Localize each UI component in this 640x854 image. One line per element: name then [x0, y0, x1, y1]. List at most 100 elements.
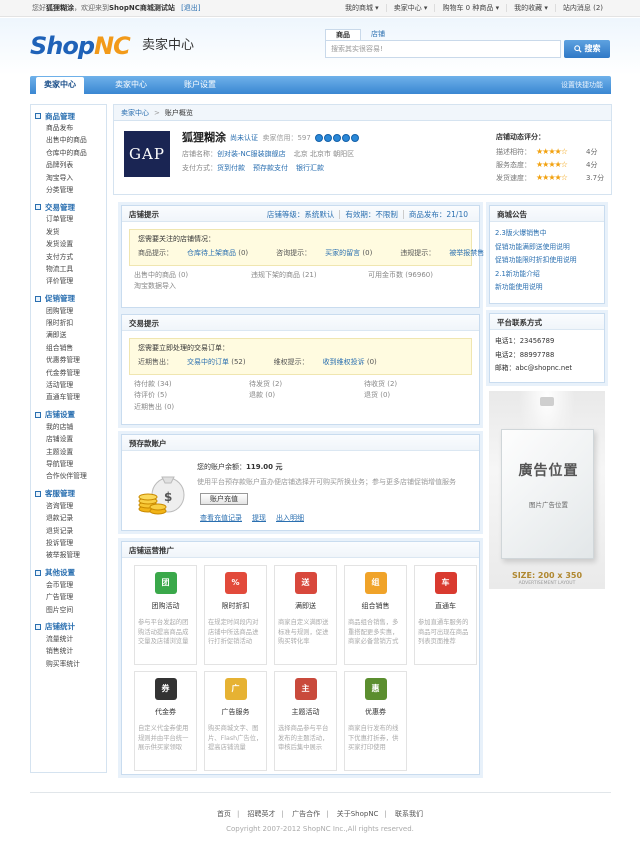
announcement-item[interactable]: 新功能使用说明: [490, 281, 604, 295]
sidebar-group-title[interactable]: 店铺统计: [31, 621, 106, 633]
sidebar-item[interactable]: 退货记录: [31, 525, 106, 537]
pay-bank[interactable]: 银行汇款: [296, 164, 324, 172]
pay-deposit[interactable]: 预存款支付: [253, 164, 288, 172]
sidebar-item[interactable]: 购买率统计: [31, 658, 106, 670]
alert-link[interactable]: 收到维权投诉: [323, 358, 365, 366]
cert-status[interactable]: 尚未认证: [230, 134, 258, 142]
footer-home[interactable]: 首页: [211, 810, 237, 818]
stat-item[interactable]: 淘宝数据导入: [134, 282, 251, 290]
sidebar-item[interactable]: 代金券管理: [31, 367, 106, 379]
stat-item[interactable]: 可用金币数 (96960): [368, 271, 485, 279]
stat-item[interactable]: 待收货 (2): [364, 380, 479, 388]
goods-published[interactable]: 商品发布：21/10: [402, 210, 473, 219]
stat-item[interactable]: 待评价 (5): [134, 391, 249, 399]
withdraw-link[interactable]: 提现: [252, 514, 266, 522]
recharge-history-link[interactable]: 查看充值记录: [200, 514, 242, 522]
valid-period[interactable]: 有效期：不限制: [339, 210, 403, 219]
promo-card[interactable]: 主主题活动 选择商品参与平台发布的主题活动，审核后集中展示: [274, 671, 337, 771]
sidebar-group-title[interactable]: 其他设置: [31, 567, 106, 579]
sidebar-group-title[interactable]: 店铺设置: [31, 409, 106, 421]
footer-contact[interactable]: 联系我们: [389, 810, 429, 818]
sidebar-group-title[interactable]: 交易管理: [31, 201, 106, 213]
footer-about[interactable]: 关于ShopNC: [331, 810, 385, 818]
sidebar-item[interactable]: 支付方式: [31, 251, 106, 263]
sidebar-item[interactable]: 会币管理: [31, 579, 106, 591]
shop-name-link[interactable]: 创对装-NC服装旗舰店: [217, 150, 286, 158]
sidebar-item[interactable]: 投诉管理: [31, 537, 106, 549]
sidebar-item[interactable]: 品牌列表: [31, 159, 106, 171]
promo-card[interactable]: 组组合销售 商品组合销售，多重搭配更多实惠，商家必备营销方式: [344, 565, 407, 665]
cart-menu[interactable]: 购物车 0 种商品 ▾: [434, 4, 506, 13]
site-name[interactable]: ShopNC商城测试站: [109, 4, 175, 12]
username[interactable]: 狐狸糊涂: [46, 4, 74, 12]
search-input[interactable]: 搜索其实很容易!: [325, 40, 561, 58]
recharge-button[interactable]: 账户充值: [200, 493, 248, 505]
sidebar-item[interactable]: 合作伙伴管理: [31, 470, 106, 482]
seller-center-menu[interactable]: 卖家中心 ▾: [385, 4, 435, 13]
stat-item[interactable]: 退货 (0): [364, 391, 479, 399]
promo-card[interactable]: 团团购活动 参与平台发起的团购活动提高商品成交量及店铺浏览量: [134, 565, 197, 665]
sidebar-group-title[interactable]: 促销管理: [31, 293, 106, 305]
transactions-link[interactable]: 出入明细: [276, 514, 304, 522]
sidebar-item[interactable]: 限时折扣: [31, 317, 106, 329]
promo-card[interactable]: 车直通车 参加直通车服务的商品可出现在商品列表页面推荐: [414, 565, 477, 665]
footer-ads[interactable]: 广告合作: [286, 810, 326, 818]
stat-item[interactable]: 违规下架的商品 (21): [251, 271, 368, 279]
promo-card[interactable]: % 限时折扣 在规定时间段内对店铺中所选商品进行打折促销活动: [204, 565, 267, 665]
announcement-item[interactable]: 促销功能满即送使用说明: [490, 241, 604, 255]
sidebar-item[interactable]: 出售中的商品: [31, 134, 106, 146]
sidebar-group-title[interactable]: 客服管理: [31, 488, 106, 500]
nav-account-settings[interactable]: 账户设置: [184, 80, 216, 90]
promo-card[interactable]: 券代金券 自定义代金券使用规则并由平台统一展示供买家领取: [134, 671, 197, 771]
sidebar-item[interactable]: 我的店铺: [31, 421, 106, 433]
footer-jobs[interactable]: 招聘英才: [242, 810, 282, 818]
stat-item[interactable]: 出售中的商品 (0): [134, 271, 251, 279]
sidebar-item[interactable]: 淘宝导入: [31, 172, 106, 184]
search-button[interactable]: 搜索: [564, 40, 610, 58]
sidebar-item[interactable]: 发货设置: [31, 238, 106, 250]
announcement-item[interactable]: 2.1新功能介绍: [490, 268, 604, 282]
sidebar-item[interactable]: 活动管理: [31, 379, 106, 391]
sidebar-item[interactable]: 优惠券管理: [31, 354, 106, 366]
sidebar-item[interactable]: 发货: [31, 226, 106, 238]
promo-card[interactable]: 广广告服务 购买商城文字、图片、Flash广告位，提高店铺流量: [204, 671, 267, 771]
alert-link[interactable]: 被举报禁售: [449, 249, 484, 257]
promo-card[interactable]: 惠优惠券 商家自行发布的线下优惠打折券，供买家打印使用: [344, 671, 407, 771]
sidebar-item[interactable]: 退款记录: [31, 512, 106, 524]
stat-item[interactable]: 待发货 (2): [249, 380, 364, 388]
alert-link[interactable]: 交易中的订单: [187, 358, 229, 366]
sidebar-item[interactable]: 仓库中的商品: [31, 147, 106, 159]
sidebar-item[interactable]: 评价管理: [31, 275, 106, 287]
quick-settings-link[interactable]: 设置快捷功能: [561, 81, 603, 89]
sidebar-item[interactable]: 组合销售: [31, 342, 106, 354]
my-mall-menu[interactable]: 我的商城 ▾: [338, 4, 386, 12]
nav-seller-center[interactable]: 卖家中心: [115, 80, 147, 90]
alert-link[interactable]: 买家的留言: [325, 249, 360, 257]
messages-link[interactable]: 站内消息 (2): [554, 4, 610, 13]
sidebar-item[interactable]: 团购管理: [31, 305, 106, 317]
favorites-menu[interactable]: 我的收藏 ▾: [506, 4, 555, 13]
sidebar-item[interactable]: 咨询管理: [31, 500, 106, 512]
logout-link[interactable]: [退出]: [181, 4, 200, 12]
shop-level[interactable]: 店铺等级：系统默认: [262, 210, 340, 219]
promo-card[interactable]: 送满即送 商家自定义满即送标准与规则，促进购买转化率: [274, 565, 337, 665]
sidebar-item[interactable]: 分类管理: [31, 184, 106, 196]
breadcrumb-root[interactable]: 卖家中心: [121, 109, 149, 117]
sidebar-item[interactable]: 商品发布: [31, 122, 106, 134]
sidebar-item[interactable]: 物流工具: [31, 263, 106, 275]
ad-banner[interactable]: 廣告位置 图片广告位置 SIZE: 200 x 350 ADVERTISEMEN…: [489, 391, 605, 589]
sidebar-item[interactable]: 订单管理: [31, 213, 106, 225]
announcement-item[interactable]: 促销功能限时折扣使用说明: [490, 254, 604, 268]
pay-cod[interactable]: 货到付款: [217, 164, 245, 172]
stat-item[interactable]: 近期售出 (0): [134, 403, 249, 411]
sidebar-item[interactable]: 满即送: [31, 329, 106, 341]
sidebar-item[interactable]: 广告管理: [31, 591, 106, 603]
shop-logo[interactable]: GAP: [124, 131, 170, 177]
stat-item[interactable]: 待付款 (34): [134, 380, 249, 388]
sidebar-item[interactable]: 店铺设置: [31, 433, 106, 445]
stat-item[interactable]: 退款 (0): [249, 391, 364, 399]
nav-seller-center-active[interactable]: 卖家中心: [36, 77, 84, 94]
sidebar-item[interactable]: 导航管理: [31, 458, 106, 470]
sidebar-item[interactable]: 被举报管理: [31, 549, 106, 561]
announcement-item[interactable]: 2.3版火爆销售中: [490, 227, 604, 241]
